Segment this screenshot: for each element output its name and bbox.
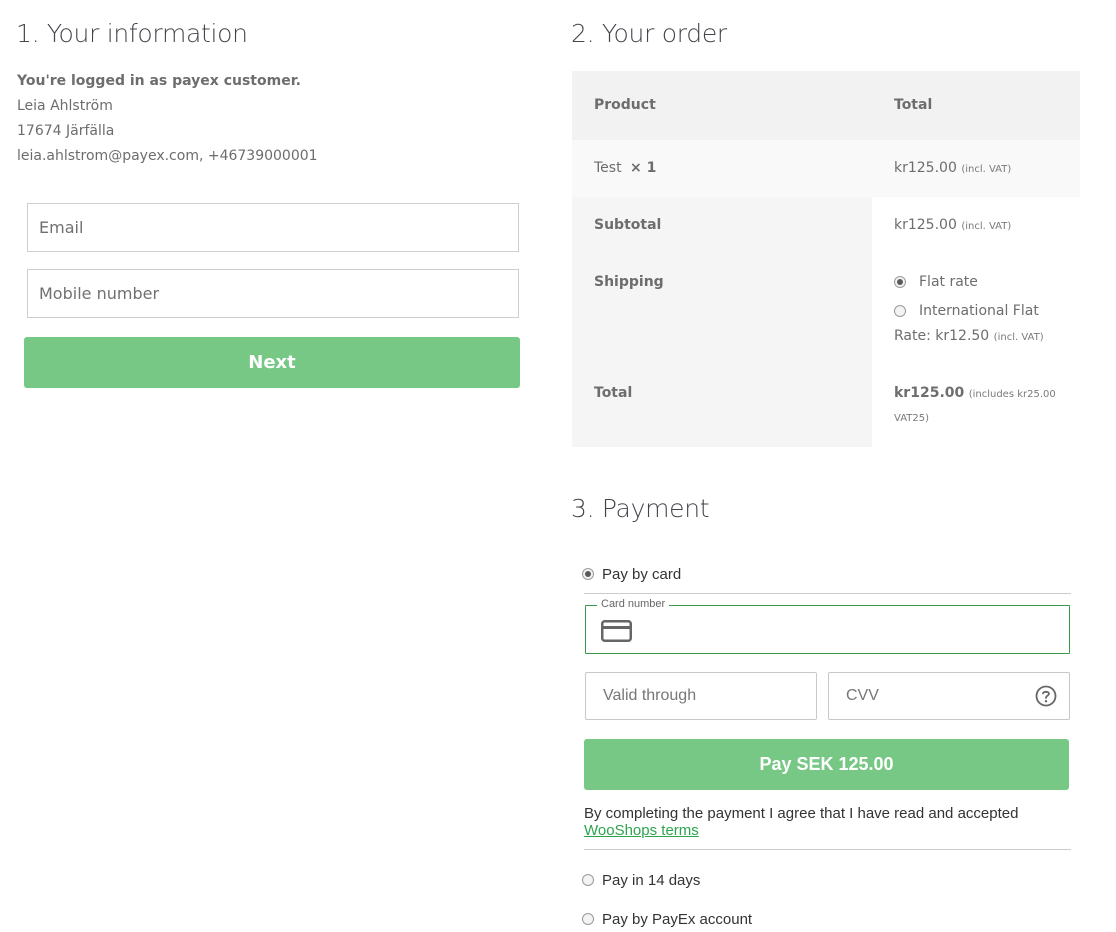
card-number-input[interactable]: Card number (585, 598, 1070, 654)
item-price: kr125.00 (incl. VAT) (894, 160, 1011, 176)
pay-by-payex-label[interactable]: Pay by PayEx account (602, 911, 752, 928)
shipping-option-international[interactable]: International Flat (919, 303, 1039, 319)
shipping-radio-international[interactable] (894, 305, 906, 317)
total-tax-line2: VAT25) (894, 413, 929, 424)
shipping-option-flat-rate[interactable]: Flat rate (919, 274, 978, 290)
total-value: kr125.00 (894, 385, 965, 401)
logged-in-message: You're logged in as payex customer. (17, 73, 301, 89)
item-quantity: × 1 (630, 160, 657, 176)
next-button[interactable]: Next (24, 337, 520, 388)
subtotal-value: kr125.00 (894, 217, 957, 233)
shipping-rate-value: Rate: kr12.50 (894, 328, 990, 344)
total-label: Total (594, 385, 633, 401)
payment-title: 3. Payment (571, 494, 710, 523)
item-price-value: kr125.00 (894, 160, 957, 176)
customer-address: 17674 Järfälla (17, 123, 115, 139)
subtotal-price: kr125.00 (incl. VAT) (894, 217, 1011, 233)
your-information-title: 1. Your information (16, 19, 248, 48)
payment-agreement: By completing the payment I agree that I… (584, 805, 1018, 839)
mobile-number-field[interactable]: Mobile number (27, 269, 519, 318)
customer-contact: leia.ahlstrom@payex.com, +46739000001 (17, 148, 318, 164)
pay-in-14-days-label[interactable]: Pay in 14 days (602, 872, 700, 889)
agreement-text: By completing the payment I agree that I… (584, 805, 1019, 822)
total-tax-line1: (includes kr25.00 (968, 389, 1056, 400)
payment-divider-bottom (584, 849, 1071, 850)
total-price: kr125.00 (includes kr25.00 (894, 385, 1056, 401)
pay-by-card-label[interactable]: Pay by card (602, 566, 681, 583)
card-number-legend: Card number (597, 598, 670, 610)
shipping-rate-tax: (incl. VAT) (993, 332, 1044, 343)
shipping-radio-flat-rate[interactable] (894, 276, 906, 288)
terms-link[interactable]: WooShops terms (584, 822, 699, 839)
header-product: Product (594, 97, 656, 113)
shipping-label: Shipping (594, 274, 664, 290)
valid-through-input[interactable]: Valid through (585, 672, 817, 720)
pay-button[interactable]: Pay SEK 125.00 (584, 739, 1069, 790)
email-field[interactable]: Email (27, 203, 519, 252)
credit-card-icon (601, 620, 632, 646)
your-order-title: 2. Your order (571, 19, 727, 48)
customer-name: Leia Ahlström (17, 98, 113, 114)
item-name-text: Test (594, 160, 622, 176)
shipping-international-rate: Rate: kr12.50 (incl. VAT) (894, 328, 1044, 344)
pay-in-14-days-radio[interactable] (582, 874, 594, 886)
pay-by-card-radio[interactable] (582, 568, 594, 580)
payment-divider-top (584, 593, 1071, 594)
question-circle-icon[interactable] (1035, 685, 1057, 712)
item-price-tax: (incl. VAT) (961, 164, 1012, 175)
cvv-placeholder: CVV (846, 687, 879, 704)
order-footer-labels (572, 197, 872, 447)
item-name: Test × 1 (594, 160, 656, 176)
subtotal-label: Subtotal (594, 217, 662, 233)
subtotal-tax: (incl. VAT) (961, 221, 1012, 232)
pay-by-payex-radio[interactable] (582, 913, 594, 925)
header-total: Total (894, 97, 933, 113)
cvv-input[interactable]: CVV (828, 672, 1070, 720)
